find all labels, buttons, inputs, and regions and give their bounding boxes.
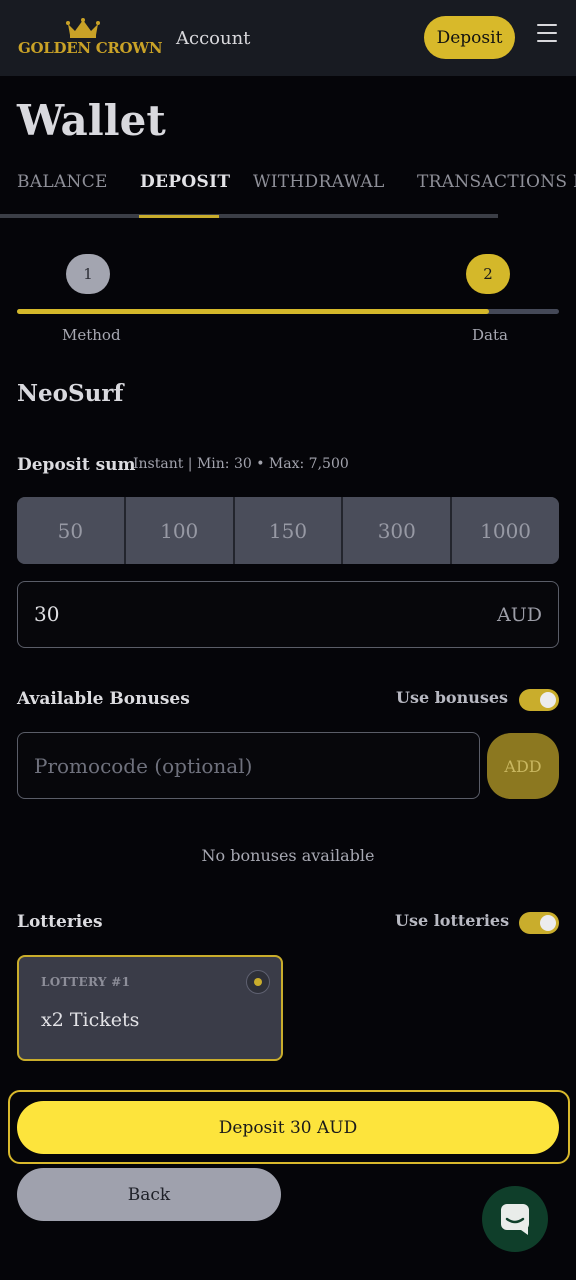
wallet-tabs: BALANCE DEPOSIT WITHDRAWAL TRANSACTIONS …: [0, 168, 576, 220]
add-promocode-button[interactable]: ADD: [487, 733, 559, 799]
deposit-submit-button[interactable]: Deposit 30 AUD: [17, 1101, 559, 1154]
crown-icon: [66, 18, 100, 38]
amount-preset-button[interactable]: 300: [343, 497, 453, 564]
top-header: GOLDEN CROWN Account Deposit: [0, 0, 576, 76]
lottery-radio[interactable]: [246, 970, 270, 994]
lottery-card[interactable]: LOTTERY #1 x2 Tickets: [17, 955, 283, 1061]
step-2-label: Data: [472, 326, 508, 344]
amount-presets: 50 100 150 300 1000: [17, 497, 559, 564]
deposit-sum-label: Deposit sum: [17, 455, 136, 475]
account-link[interactable]: Account: [176, 28, 250, 49]
step-1-label: Method: [62, 326, 121, 344]
lottery-label: LOTTERY #1: [41, 975, 131, 989]
use-lotteries-label: Use lotteries: [395, 911, 510, 930]
amount-preset-button[interactable]: 50: [17, 497, 126, 564]
logo-text: GOLDEN CROWN: [18, 39, 163, 57]
use-lotteries-toggle[interactable]: [519, 912, 559, 934]
no-bonuses-message: No bonuses available: [201, 846, 375, 865]
golden-crown-logo[interactable]: GOLDEN CROWN: [18, 16, 163, 60]
payment-method-name: NeoSurf: [17, 380, 124, 407]
amount-preset-button[interactable]: 1000: [452, 497, 559, 564]
step-progress-fill: [17, 309, 489, 314]
active-tab-indicator: [139, 215, 219, 218]
deposit-limits-info: Instant | Min: 30 • Max: 7,500: [133, 456, 349, 472]
step-1-indicator: 1: [66, 254, 110, 294]
chat-support-button[interactable]: [482, 1186, 548, 1252]
use-bonuses-toggle[interactable]: [519, 689, 559, 711]
header-deposit-button[interactable]: Deposit: [424, 16, 515, 59]
step-2-indicator: 2: [466, 254, 510, 294]
tab-balance[interactable]: BALANCE: [17, 172, 108, 192]
chat-icon: [501, 1204, 529, 1235]
promocode-placeholder: Promocode (optional): [34, 754, 253, 778]
amount-preset-button[interactable]: 100: [125, 497, 235, 564]
currency-label: AUD: [497, 604, 542, 626]
lottery-value: x2 Tickets: [41, 1009, 140, 1031]
back-button[interactable]: Back: [17, 1168, 281, 1221]
deposit-amount-input[interactable]: 30 AUD: [17, 581, 559, 648]
tab-withdrawal[interactable]: WITHDRAWAL: [253, 172, 385, 192]
bonuses-title: Available Bonuses: [17, 689, 190, 709]
tab-transactions[interactable]: TRANSACTIONS H: [417, 172, 576, 192]
amount-preset-button[interactable]: 150: [234, 497, 344, 564]
tab-deposit[interactable]: DEPOSIT: [140, 172, 230, 192]
hamburger-menu-icon[interactable]: [537, 24, 557, 42]
tabs-scroll-track: [0, 214, 498, 218]
lotteries-title: Lotteries: [17, 912, 103, 932]
promocode-input[interactable]: Promocode (optional): [17, 732, 480, 799]
page-title: Wallet: [17, 96, 166, 145]
deposit-amount-value: 30: [34, 602, 60, 626]
use-bonuses-label: Use bonuses: [396, 688, 509, 707]
